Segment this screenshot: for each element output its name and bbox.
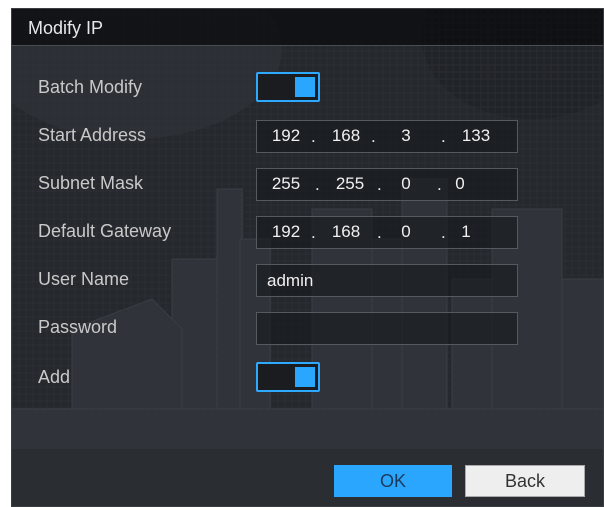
start-address-label: Start Address — [38, 125, 147, 145]
user-name-row: User Name admin — [12, 263, 603, 299]
batch-modify-row: Batch Modify — [12, 71, 603, 107]
user-name-label: User Name — [38, 269, 130, 289]
default-gateway-row: Default Gateway 192 . 168 . 0 . 1 — [12, 215, 603, 251]
subnet-mask-label: Subnet Mask — [38, 173, 144, 193]
user-name-input[interactable]: admin — [256, 264, 518, 297]
ip-separator: . — [441, 127, 446, 146]
ip-separator: . — [311, 127, 316, 146]
ip-separator: . — [377, 175, 382, 194]
ip-octet-1[interactable]: 255 — [263, 174, 309, 194]
add-toggle[interactable] — [256, 362, 320, 392]
dialog-title: Modify IP — [28, 18, 104, 38]
ip-octet-3[interactable]: 3 — [383, 126, 429, 146]
toggle-knob — [295, 367, 315, 387]
back-button[interactable]: Back — [465, 465, 585, 497]
subnet-mask-field[interactable]: 255 . 255 . 0 . 0 — [256, 168, 518, 201]
ip-octet-3[interactable]: 0 — [383, 222, 429, 242]
password-input[interactable] — [256, 312, 518, 345]
title-bar: Modify IP — [12, 9, 603, 46]
start-address-row: Start Address 192 . 168 . 3 . 133 — [12, 119, 603, 155]
batch-modify-label: Batch Modify — [38, 77, 143, 97]
ip-octet-4[interactable]: 133 — [453, 126, 499, 146]
ip-octet-2[interactable]: 168 — [323, 126, 369, 146]
ok-button[interactable]: OK — [334, 465, 452, 497]
ip-separator: . — [377, 223, 382, 242]
password-label: Password — [38, 317, 118, 337]
password-row: Password — [12, 311, 603, 347]
subnet-mask-row: Subnet Mask 255 . 255 . 0 . 0 — [12, 167, 603, 203]
add-label: Add — [38, 367, 71, 387]
ip-octet-4[interactable]: 1 — [443, 222, 489, 242]
ip-octet-1[interactable]: 192 — [263, 222, 309, 242]
start-address-field[interactable]: 192 . 168 . 3 . 133 — [256, 120, 518, 153]
modify-ip-dialog: Modify IP Batch Modify Start Address 192… — [11, 8, 604, 507]
batch-modify-toggle[interactable] — [256, 72, 320, 102]
ip-octet-4[interactable]: 0 — [437, 174, 483, 194]
ip-separator: . — [371, 127, 376, 146]
default-gateway-label: Default Gateway — [38, 221, 172, 241]
default-gateway-field[interactable]: 192 . 168 . 0 . 1 — [256, 216, 518, 249]
add-row: Add — [12, 361, 603, 397]
ip-separator: . — [311, 223, 316, 242]
ip-octet-1[interactable]: 192 — [263, 126, 309, 146]
ip-octet-2[interactable]: 255 — [327, 174, 373, 194]
ip-octet-2[interactable]: 168 — [323, 222, 369, 242]
ip-separator: . — [315, 175, 320, 194]
toggle-knob — [295, 77, 315, 97]
ip-octet-3[interactable]: 0 — [383, 174, 429, 194]
